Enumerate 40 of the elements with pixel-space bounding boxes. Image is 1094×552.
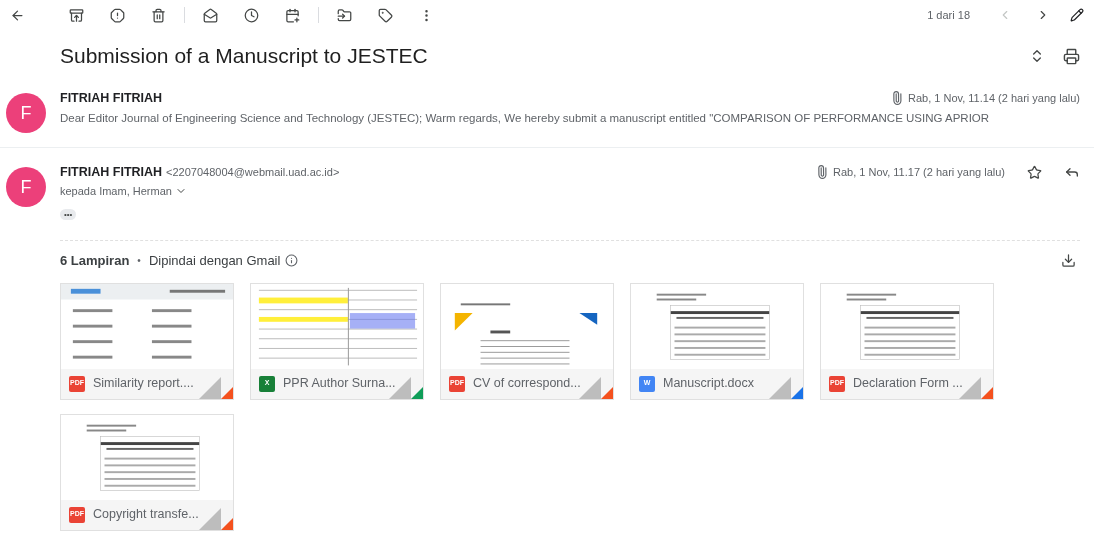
tag-icon[interactable] — [378, 7, 393, 23]
avatar: F — [6, 93, 46, 133]
envelope-icon[interactable] — [203, 7, 218, 23]
print-icon[interactable] — [1063, 47, 1080, 65]
page-fold-icon — [199, 507, 233, 530]
sender-email: <2207048004@webmail.uad.ac.id> — [166, 164, 341, 180]
message-snippet: Dear Editor Journal of Engineering Science and Technology (JESTEC); Warm regards, We hereby submit a manuscript entitled "COMPARISON OF PERFORMANCE USING APRIOR — [60, 111, 991, 126]
download-icon[interactable] — [1061, 253, 1076, 268]
avatar: F — [6, 167, 46, 207]
attachment-count: 6 Lampiran — [60, 251, 130, 270]
clock-icon[interactable] — [244, 7, 259, 23]
page-fold-icon — [959, 376, 993, 399]
calendar-plus-icon[interactable] — [285, 7, 300, 23]
file-name: Similarity report.... — [93, 375, 194, 393]
email-subject: Submission of a Manuscript to JESTEC — [60, 43, 429, 70]
file-name: Declaration Form ... — [853, 375, 963, 393]
back-icon[interactable] — [10, 7, 25, 23]
file-name: PPR Author Surna... — [283, 375, 396, 393]
file-name: Manuscript.docx — [663, 375, 754, 393]
show-trimmed-button[interactable]: ••• — [60, 208, 77, 220]
message-date: Rab, 1 Nov, 11.14 (2 hari yang lalu) — [907, 90, 1080, 106]
page-fold-icon — [199, 376, 233, 399]
info-icon[interactable] — [285, 254, 299, 267]
file-name: CV of correspond... — [473, 375, 581, 393]
page-fold-icon — [769, 376, 803, 399]
delete-icon[interactable] — [151, 7, 166, 23]
sender-name: FITRIAH FITRIAH — [60, 163, 163, 181]
archive-icon[interactable] — [69, 7, 84, 23]
folder-icon[interactable] — [337, 7, 352, 23]
report-icon[interactable] — [110, 7, 125, 23]
page-fold-icon — [579, 376, 613, 399]
separator-dot: • — [137, 254, 141, 268]
file-name: Copyright transfe... — [93, 506, 199, 524]
sender-name: FITRIAH FITRIAH — [60, 89, 164, 107]
pager-text: 1 dari 18 — [927, 7, 970, 23]
recipients: kepada Imam, Herman — [60, 184, 172, 199]
message-date: Rab, 1 Nov, 11.17 (2 hari yang lalu) — [832, 164, 1005, 180]
star-icon[interactable] — [1027, 164, 1042, 180]
pencil-icon[interactable] — [1070, 8, 1084, 22]
scan-notice: Dipindai dengan Gmail — [148, 251, 281, 270]
